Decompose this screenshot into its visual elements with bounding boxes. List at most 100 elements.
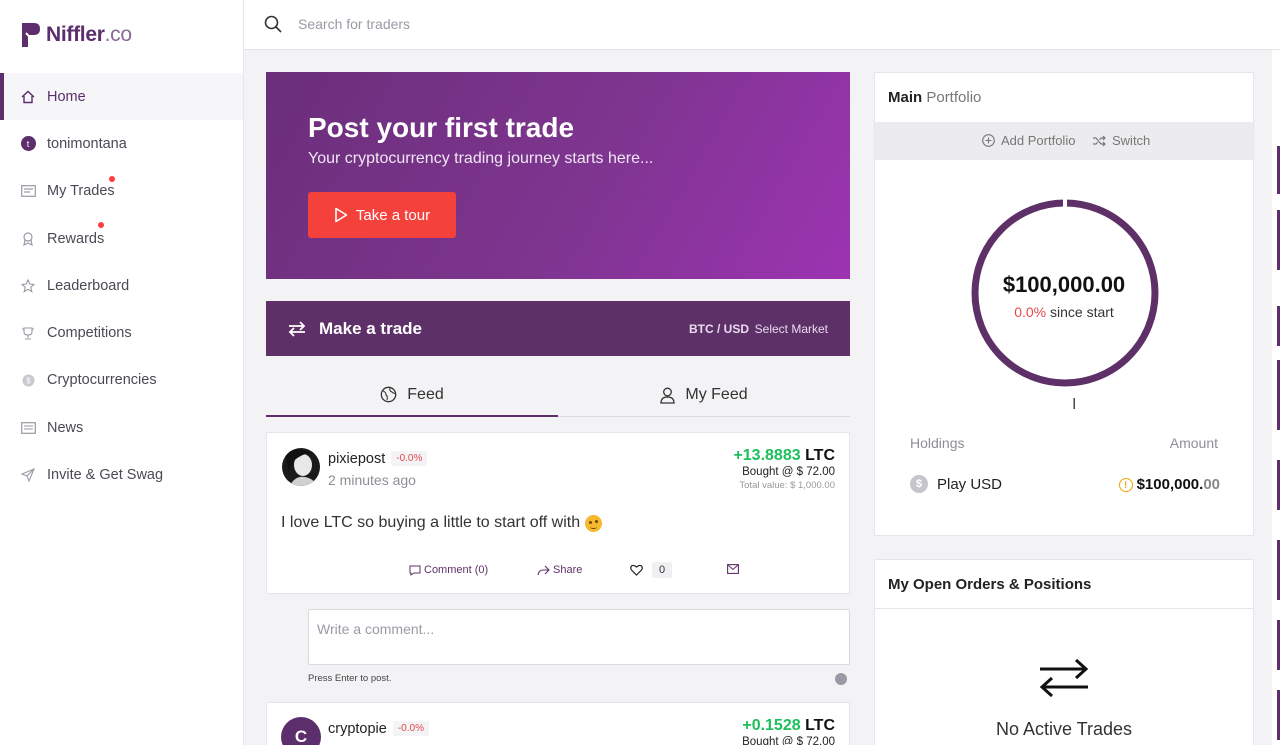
user-avatar: t: [20, 136, 36, 152]
sidebar-item-label: tonimontana: [47, 135, 127, 152]
sidebar-item-my-trades[interactable]: My Trades: [0, 168, 243, 215]
hero-subtitle: Your cryptocurrency trading journey star…: [308, 150, 654, 167]
tab-my-feed[interactable]: My Feed: [558, 374, 850, 416]
holding-name: Play USD: [937, 476, 1003, 493]
emoji-picker-icon[interactable]: [835, 673, 847, 685]
trade-amount: +13.8883 LTC Bought @ $ 72.00 Total valu…: [733, 447, 835, 491]
bought-price: Bought @ $ 72.00: [742, 736, 835, 745]
sidebar-item-competitions[interactable]: Competitions: [0, 309, 243, 356]
post-time: 2 minutes ago: [328, 472, 416, 488]
notification-dot: [109, 175, 115, 182]
sidebar-item-home[interactable]: Home: [0, 73, 243, 121]
tab-label: Feed: [407, 385, 444, 403]
search-input[interactable]: [298, 12, 698, 36]
take-tour-label: Take a tour: [355, 206, 431, 224]
avatar[interactable]: C: [281, 717, 321, 745]
shuffle-icon: [1093, 135, 1106, 146]
avatar[interactable]: [281, 447, 321, 487]
coin-icon: $: [20, 372, 36, 388]
hero-title: Post your first trade: [308, 112, 575, 143]
sidebar-item-label: Invite & Get Swag: [47, 467, 164, 484]
logo[interactable]: Niffler.co: [20, 20, 132, 50]
send-icon: [20, 467, 36, 483]
home-icon: [20, 89, 36, 105]
rewards-icon: [20, 231, 36, 247]
tab-feed[interactable]: Feed: [266, 374, 558, 417]
select-market-link[interactable]: Select Market: [755, 322, 828, 336]
post-badge: -0.0%: [392, 721, 429, 736]
orders-title: My Open Orders & Positions: [888, 576, 1092, 593]
wink-emoji-icon: [585, 514, 603, 532]
post-text: I love LTC so buying a little to start o…: [281, 514, 603, 532]
comment-hint: Press Enter to post.: [308, 673, 392, 684]
like-button[interactable]: 0: [630, 562, 673, 578]
trade-amount: +0.1528 LTC Bought @ $ 72.00: [742, 717, 835, 745]
warning-icon: !: [1118, 477, 1133, 492]
switch-portfolio-button[interactable]: Switch: [1092, 133, 1150, 148]
comment-icon: [409, 565, 421, 576]
portfolio-card: Main Portfolio Add Portfolio Switch $100…: [874, 72, 1254, 536]
trophy-icon: [20, 325, 36, 341]
sidebar-item-label: Leaderboard: [47, 277, 130, 294]
envelope-icon: [727, 564, 739, 574]
portfolio-value: $100,000.00: [1002, 272, 1126, 297]
sidebar-item-profile[interactable]: t tonimontana: [0, 120, 243, 167]
newspaper-icon: [20, 420, 36, 436]
feed-post: C cryptopie -0.0% +0.1528 LTC Bought @ $ …: [266, 702, 850, 745]
sidebar-nav: Home t tonimontana My Trades Rewards Lea…: [0, 73, 243, 499]
trades-icon: [20, 183, 36, 199]
sidebar-item-cryptocurrencies[interactable]: $ Cryptocurrencies: [0, 357, 243, 404]
plus-circle-icon: [982, 134, 995, 147]
topbar: [244, 0, 1280, 50]
make-trade-title: Make a trade: [319, 318, 422, 338]
logo-icon: [22, 23, 41, 47]
svg-text:$: $: [26, 376, 31, 385]
make-trade-bar[interactable]: Make a trade BTC / USD Select Market: [266, 301, 850, 356]
feed-tabs: Feed My Feed: [266, 374, 850, 417]
sidebar: Niffler.co Home t tonimontana My Trades …: [0, 0, 244, 745]
total-value: Total value: $ 1,000.00: [739, 480, 835, 491]
sidebar-item-label: News: [47, 419, 84, 436]
notification-dot: [98, 221, 104, 228]
sidebar-item-label: Rewards: [47, 230, 105, 247]
holding-row[interactable]: $ Play USD ! $100,000. 00: [910, 474, 1220, 496]
holdings-header: Holdings: [910, 435, 965, 451]
play-icon: [335, 207, 348, 223]
message-button[interactable]: [727, 564, 742, 574]
post-username[interactable]: cryptopie -0.0%: [328, 721, 429, 737]
holding-amount: ! $100,000. 00: [1118, 476, 1220, 493]
post-actions: Comment (0) Share 0: [267, 562, 851, 584]
text-cursor-icon: I: [1072, 395, 1077, 413]
comment-button[interactable]: Comment (0): [409, 564, 488, 576]
sidebar-item-leaderboard[interactable]: Leaderboard: [0, 262, 243, 309]
bought-price: Bought @ $ 72.00: [742, 466, 835, 478]
globe-icon: [380, 386, 397, 403]
search-icon[interactable]: [264, 15, 282, 33]
sidebar-item-rewards[interactable]: Rewards: [0, 215, 243, 262]
trade-pair[interactable]: BTC / USD: [689, 322, 749, 336]
logo-text: Niffler.co: [46, 23, 132, 46]
heart-icon: [630, 564, 643, 576]
hero-banner: Post your first trade Your cryptocurrenc…: [266, 72, 850, 279]
share-button[interactable]: Share: [537, 564, 582, 576]
take-tour-button[interactable]: Take a tour: [308, 192, 456, 238]
sidebar-item-invite[interactable]: Invite & Get Swag: [0, 451, 243, 498]
dollar-coin-icon: $: [910, 475, 928, 493]
portfolio-title: Main Portfolio: [888, 89, 982, 106]
sidebar-item-label: Competitions: [47, 325, 132, 342]
swap-icon: [288, 320, 306, 337]
portfolio-change: 0.0% since start: [1014, 304, 1114, 320]
sidebar-item-label: My Trades: [47, 183, 115, 200]
comment-input[interactable]: [308, 609, 850, 665]
sidebar-item-label: Home: [47, 88, 86, 105]
sidebar-item-label: Cryptocurrencies: [47, 372, 157, 389]
divider: [875, 608, 1253, 609]
amount-header: Amount: [1169, 435, 1218, 451]
post-badge: -0.0%: [391, 451, 428, 466]
user-icon: [660, 387, 676, 404]
add-portfolio-button[interactable]: Add Portfolio: [982, 133, 1075, 148]
no-active-trades: No Active Trades: [995, 719, 1133, 739]
post-username[interactable]: pixiepost -0.0%: [328, 451, 428, 467]
sidebar-item-news[interactable]: News: [0, 404, 243, 451]
scroll-edge: [1272, 50, 1280, 745]
